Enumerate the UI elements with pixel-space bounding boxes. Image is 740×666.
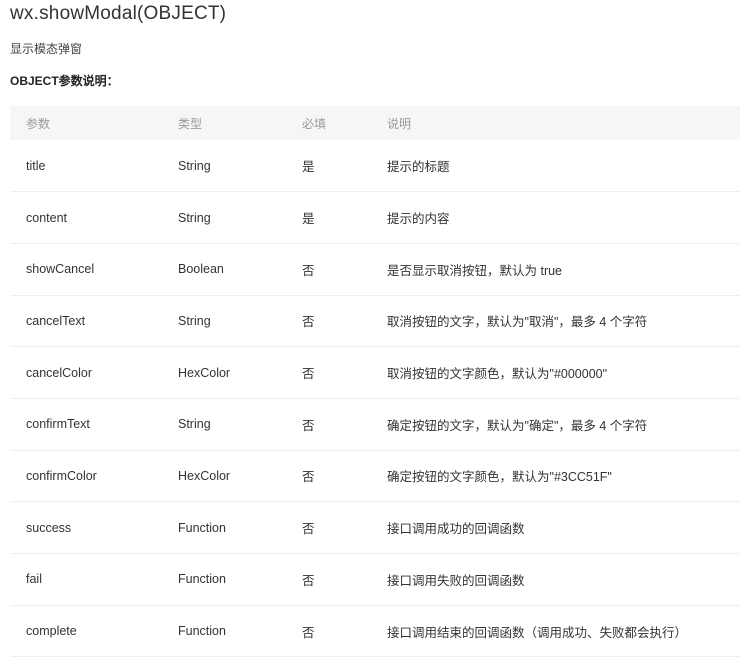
cell-param: confirmText xyxy=(26,417,90,432)
header-type: 类型 xyxy=(178,116,203,131)
table-row: showCancel Boolean 否 是否显示取消按钮，默认为 true xyxy=(10,243,740,296)
cell-type: Function xyxy=(178,520,226,535)
page-title: wx.showModal(OBJECT) xyxy=(10,3,227,24)
table-row: cancelText String 否 取消按钮的文字，默认为"取消"，最多 4… xyxy=(10,295,740,347)
page-description: 显示模态弹窗 xyxy=(10,42,83,56)
cell-required: 否 xyxy=(302,573,315,588)
table-row: cancelColor HexColor 否 取消按钮的文字颜色，默认为"#00… xyxy=(10,347,740,399)
cell-required: 是 xyxy=(302,212,315,227)
cell-desc: 是否显示取消按钮，默认为 true xyxy=(387,263,563,278)
cell-desc: 确定按钮的文字，默认为"确定"，最多 4 个字符 xyxy=(387,418,648,433)
cell-desc: 确定按钮的文字颜色，默认为"#3CC51F" xyxy=(387,470,612,485)
cell-param: showCancel xyxy=(26,262,95,277)
cell-required: 是 xyxy=(302,160,315,175)
doc-page: wx.showModal(OBJECT) 显示模态弹窗 OBJECT参数说明： … xyxy=(0,0,740,666)
cell-type: Function xyxy=(178,624,226,639)
table-row: fail Function 否 接口调用失败的回调函数 xyxy=(10,554,740,606)
cell-type: Function xyxy=(178,572,226,587)
params-table-header: 参数 类型 必填 说明 xyxy=(10,106,740,140)
cell-required: 否 xyxy=(302,315,315,330)
cell-required: 否 xyxy=(302,625,315,640)
cell-desc: 接口调用成功的回调函数 xyxy=(387,522,525,537)
cell-desc: 接口调用失败的回调函数 xyxy=(387,573,525,588)
cell-desc: 取消按钮的文字，默认为"取消"，最多 4 个字符 xyxy=(387,315,648,330)
cell-type: String xyxy=(178,417,211,432)
cell-param: success xyxy=(26,520,72,535)
cell-type: String xyxy=(178,210,211,225)
header-desc: 说明 xyxy=(387,116,412,131)
header-row: 参数 类型 必填 说明 xyxy=(10,106,740,140)
table-row: confirmText String 否 确定按钮的文字，默认为"确定"，最多 … xyxy=(10,398,740,451)
cell-param: confirmColor xyxy=(26,468,97,483)
table-row: content String 是 提示的内容 xyxy=(10,192,740,244)
cell-required: 否 xyxy=(302,522,315,537)
cell-param: complete xyxy=(26,624,77,639)
header-required: 必填 xyxy=(302,116,327,131)
cell-required: 否 xyxy=(302,418,315,433)
section-heading: OBJECT参数说明： xyxy=(10,74,119,88)
cell-required: 否 xyxy=(302,263,315,278)
cell-param: content xyxy=(26,210,68,225)
table-row: confirmColor HexColor 否 确定按钮的文字颜色，默认为"#3… xyxy=(10,450,740,502)
cell-param: fail xyxy=(26,572,42,587)
cell-type: HexColor xyxy=(178,468,231,483)
cell-required: 否 xyxy=(302,367,315,382)
table-row: complete Function 否 接口调用结束的回调函数（调用成功、失败都… xyxy=(10,605,740,657)
cell-param: cancelText xyxy=(26,313,86,328)
cell-desc: 取消按钮的文字颜色，默认为"#000000" xyxy=(387,367,608,382)
cell-type: HexColor xyxy=(178,365,231,380)
cell-required: 否 xyxy=(302,470,315,485)
cell-type: String xyxy=(178,313,211,328)
cell-param: title xyxy=(26,158,46,173)
cell-param: cancelColor xyxy=(26,365,93,380)
params-table-body: title String 是 提示的标题 content String 是 提示… xyxy=(10,140,740,657)
cell-desc: 提示的标题 xyxy=(387,160,450,175)
cell-desc: 接口调用结束的回调函数（调用成功、失败都会执行） xyxy=(387,625,688,640)
cell-desc: 提示的内容 xyxy=(387,212,450,227)
cell-type: String xyxy=(178,158,211,173)
params-table: 参数 类型 必填 说明 title String 是 提示的标题 content… xyxy=(10,106,740,657)
cell-type: Boolean xyxy=(178,262,224,277)
table-row: title String 是 提示的标题 xyxy=(10,140,740,192)
table-row: success Function 否 接口调用成功的回调函数 xyxy=(10,502,740,554)
header-param: 参数 xyxy=(26,116,51,131)
